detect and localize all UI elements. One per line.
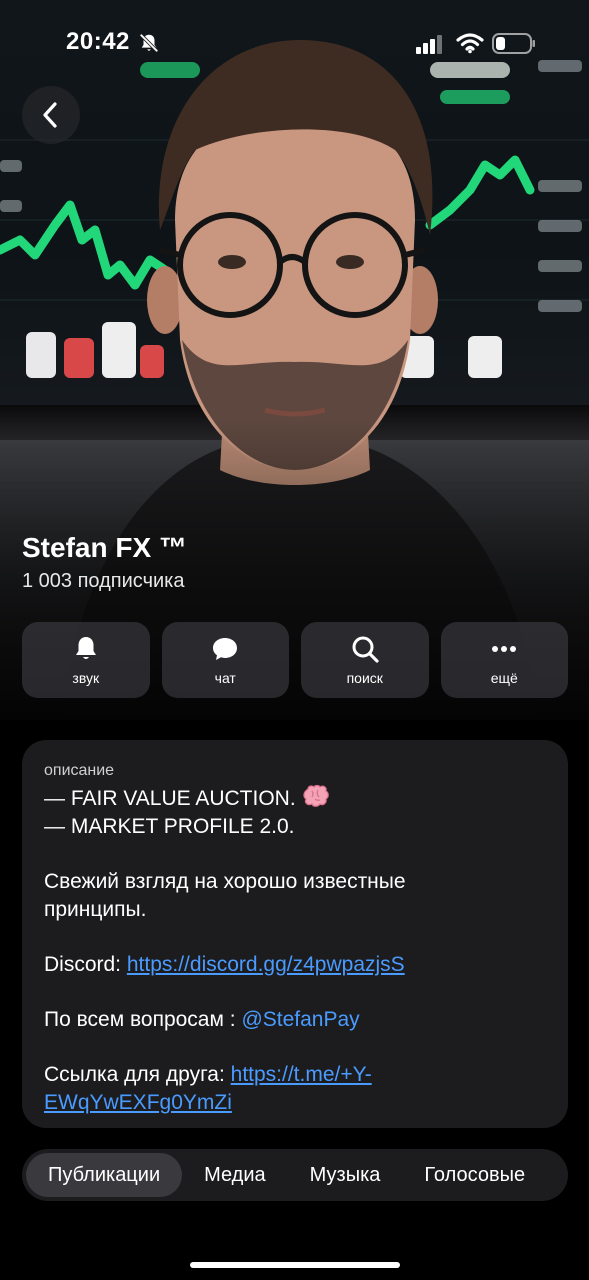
friend-link-line-continued: EWqYwEXFg0YmZi (44, 1089, 546, 1117)
sound-button-label: звук (72, 670, 100, 686)
description-card: описание — FAIR VALUE AUCTION. — MARKET … (22, 740, 568, 1128)
tab-music[interactable]: Музыка (288, 1153, 403, 1197)
tab-publications[interactable]: Публикации (26, 1153, 183, 1197)
stefanpay-mention-link[interactable]: @StefanPay (241, 1008, 359, 1031)
battery-icon (492, 33, 535, 54)
bell-slash-icon (139, 33, 159, 53)
questions-line: По всем вопросам : @StefanPay (44, 1006, 546, 1034)
subscriber-count: 1 003 подписчика (22, 570, 185, 592)
friend-link-line: Ссылка для друга: https://t.me/+Y- (44, 1061, 546, 1089)
tab-media[interactable]: Медиа (182, 1153, 288, 1197)
brain-emoji-icon (302, 784, 329, 807)
description-line: — MARKET PROFILE 2.0. (44, 815, 295, 838)
content-tabs: Публикации Медиа Музыка Голосовые (22, 1149, 568, 1201)
description-line: Свежий взгляд на хорошо известные (44, 870, 406, 893)
chat-button-label: чат (214, 670, 236, 686)
discord-line: Discord: https://discord.gg/z4pwpazjsS (44, 951, 546, 979)
description-text: — FAIR VALUE AUCTION. (44, 787, 296, 810)
chat-button[interactable]: чат (161, 622, 289, 698)
status-bar: 20:42 (0, 0, 589, 88)
search-button[interactable]: поиск (301, 622, 429, 698)
more-button[interactable]: ещё (440, 622, 568, 698)
bell-icon (75, 637, 96, 659)
wifi-icon (456, 33, 484, 54)
description-heading: описание (44, 762, 115, 779)
friend-invite-link[interactable]: https://t.me/+Y- (231, 1063, 372, 1086)
cellular-signal-icon (416, 35, 442, 54)
more-button-label: ещё (490, 670, 518, 686)
description-line: принципы. (44, 898, 147, 921)
discord-link[interactable]: https://discord.gg/z4pwpazjsS (127, 953, 405, 976)
description-line: — FAIR VALUE AUCTION. (44, 784, 546, 813)
questions-label: По всем вопросам : (44, 1008, 242, 1031)
sound-button[interactable]: звук (22, 622, 150, 698)
status-time: 20:42 (66, 28, 130, 55)
tab-voice[interactable]: Голосовые (402, 1153, 547, 1197)
channel-actions: звук чат поиск ещё (22, 622, 568, 698)
search-button-label: поиск (346, 670, 383, 686)
chat-bubble-icon (213, 638, 238, 660)
channel-header-photo (0, 0, 589, 720)
back-button[interactable] (22, 86, 80, 144)
channel-profile-screen: 20:42 Stefan FX ™ 1 003 подписчика звук … (0, 0, 589, 1280)
search-icon (352, 636, 379, 663)
friend-link-label: Ссылка для друга: (44, 1063, 231, 1086)
channel-title: Stefan FX ™ (22, 532, 187, 563)
home-indicator[interactable] (190, 1262, 400, 1268)
chevron-left-icon (43, 102, 57, 128)
discord-label: Discord: (44, 953, 127, 976)
more-dots-icon (492, 646, 517, 652)
friend-invite-link[interactable]: EWqYwEXFg0YmZi (44, 1091, 232, 1114)
